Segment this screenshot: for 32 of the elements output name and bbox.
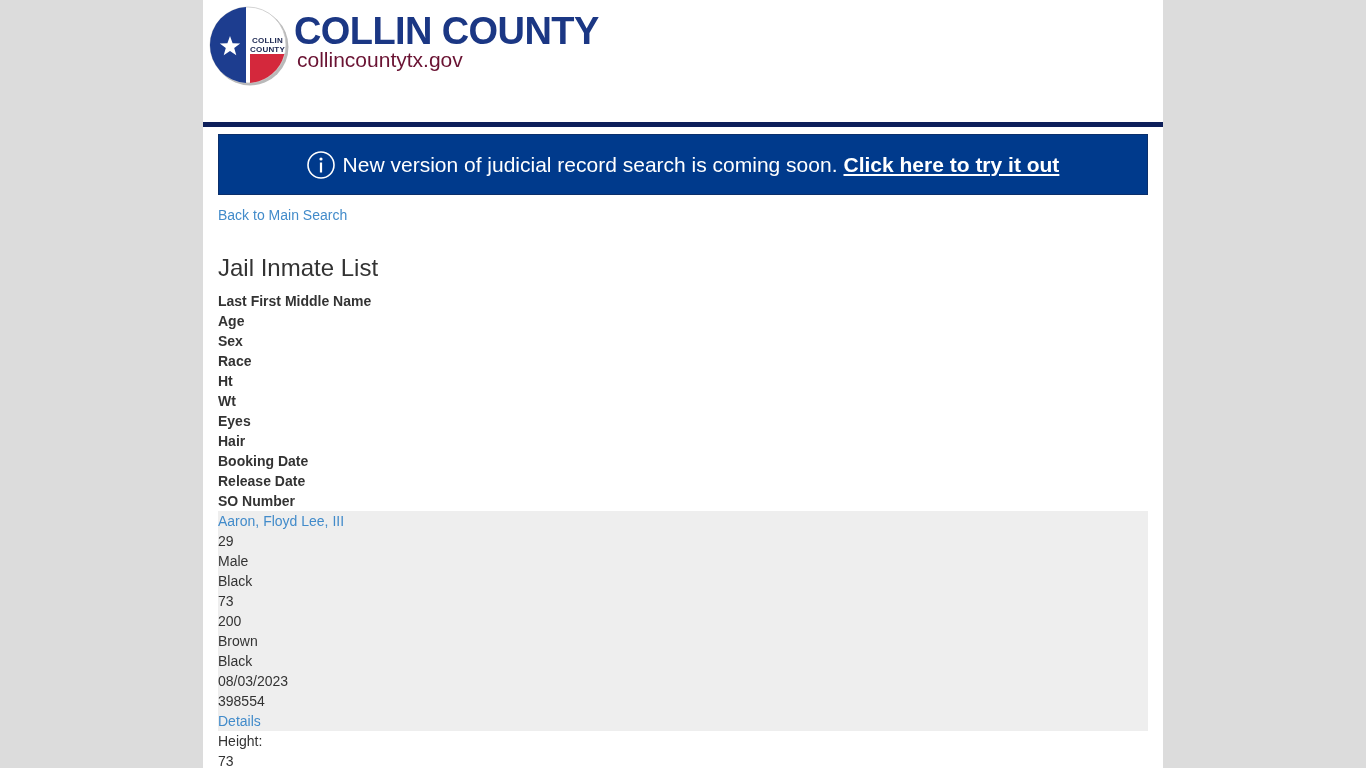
- column-label: Wt: [218, 392, 236, 411]
- column-label: SO Number: [218, 492, 295, 511]
- detail-text: 73: [218, 752, 234, 768]
- table-cell-text: Black: [218, 572, 253, 591]
- column-label: Release Date: [218, 472, 306, 491]
- column-label: Eyes: [218, 412, 251, 431]
- column-label: Last First Middle Name: [218, 292, 372, 311]
- table-cell-text: Brown: [218, 632, 258, 651]
- table-cell-text: 73: [218, 592, 234, 611]
- detail-text: Height:: [218, 732, 263, 751]
- inmate-name-link[interactable]: Aaron, Floyd Lee, III: [218, 511, 345, 531]
- details-link[interactable]: Details: [218, 711, 261, 731]
- page-heading: Jail Inmate List: [218, 255, 379, 281]
- try-new-search-link[interactable]: Click here to try it out: [843, 152, 1060, 177]
- column-label: Age: [218, 312, 245, 331]
- county-name: COLLIN COUNTY: [294, 11, 599, 51]
- table-cell-text: Male: [218, 552, 249, 571]
- column-label: Booking Date: [218, 452, 309, 471]
- county-seal-logo: COLLIN COUNTY: [209, 6, 289, 86]
- table-cell-text: 29: [218, 532, 234, 551]
- table-cell-text: 398554: [218, 692, 265, 711]
- info-icon: [306, 150, 335, 179]
- website-name: collincountytx.gov: [297, 49, 464, 71]
- back-to-search-link[interactable]: Back to Main Search: [218, 205, 348, 225]
- column-label: Ht: [218, 372, 233, 391]
- table-cell-text: Black: [218, 652, 253, 671]
- column-label: Race: [218, 352, 252, 371]
- column-label: Sex: [218, 332, 243, 351]
- table-cell-text: 200: [218, 612, 242, 631]
- table-cell-text: 08/03/2023: [218, 672, 289, 691]
- column-label: Hair: [218, 432, 246, 451]
- banner-message: New version of judicial record search is coming soon.: [342, 152, 838, 177]
